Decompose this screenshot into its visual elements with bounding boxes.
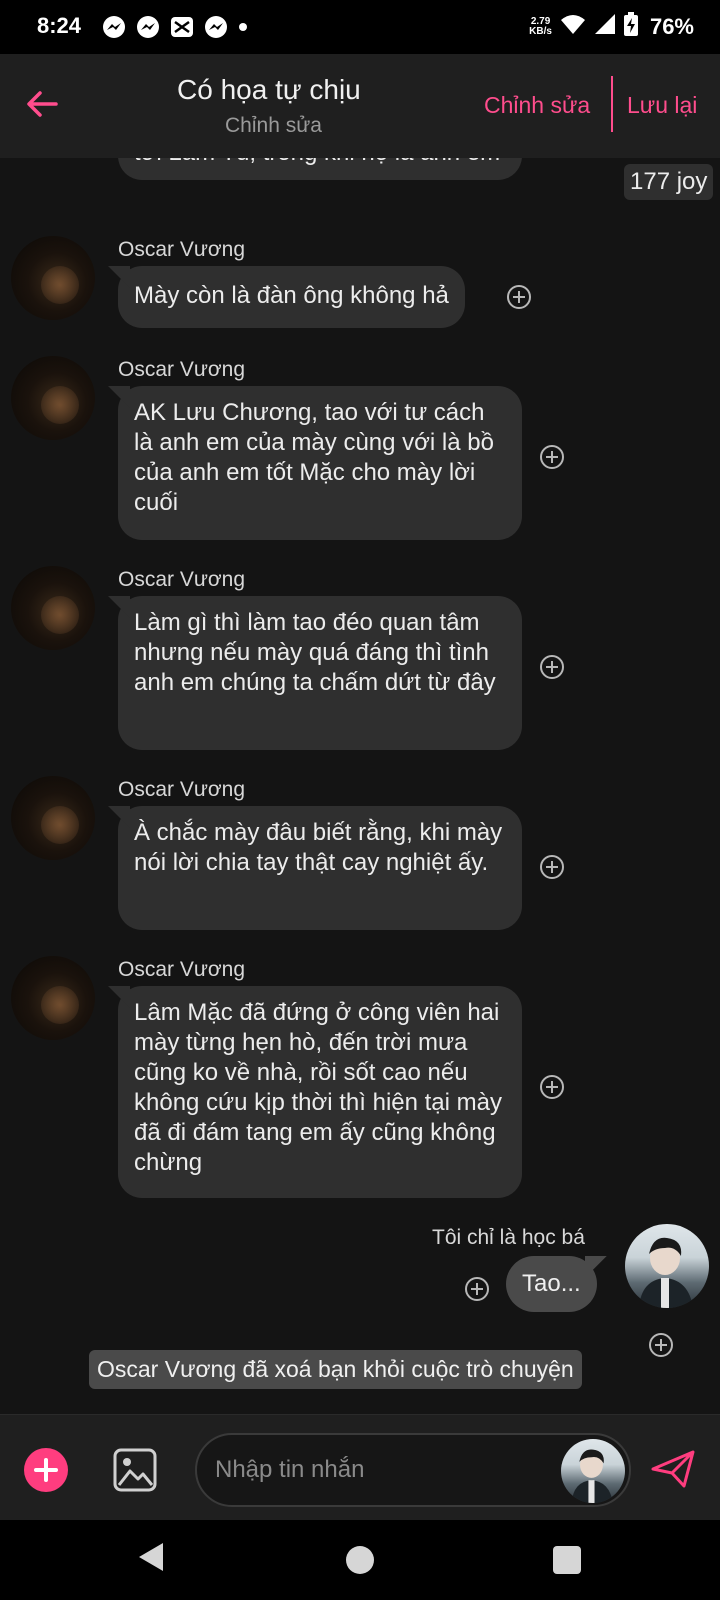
- image-icon: [113, 1448, 157, 1492]
- status-bar: 8:24 2.79 KB/s 76%: [0, 0, 720, 54]
- message-text: À chắc mày đâu biết rằng, khi mày nói lờ…: [134, 819, 503, 876]
- messenger-icon: [102, 15, 126, 39]
- plus-icon: [34, 1458, 58, 1482]
- add-reaction-button[interactable]: [539, 854, 565, 880]
- net-speed-unit: KB/s: [529, 25, 552, 37]
- avatar[interactable]: [11, 236, 95, 320]
- add-reaction-button[interactable]: [539, 1074, 565, 1100]
- add-attachment-button[interactable]: [24, 1448, 68, 1492]
- send-icon: [651, 1450, 695, 1488]
- message-bubble[interactable]: Lâm Mặc đã đứng ở công viên hai mày từng…: [118, 986, 522, 1198]
- message-text: Tao...: [522, 1270, 581, 1297]
- messenger-icon: [204, 15, 228, 39]
- edit-button[interactable]: Chỉnh sửa: [484, 92, 590, 119]
- sender-name: Oscar Vương: [118, 778, 246, 801]
- my-avatar[interactable]: [625, 1224, 709, 1308]
- add-reaction-button[interactable]: [464, 1276, 490, 1302]
- arrow-left-icon: [27, 91, 58, 117]
- app-header: Có họa tự chịu Chỉnh sửa Chỉnh sửa Lưu l…: [0, 54, 720, 158]
- message-text: Lâm Mặc đã đứng ở công viên hai mày từng…: [134, 999, 502, 1176]
- avatar[interactable]: [11, 956, 95, 1040]
- notification-icons: [102, 15, 248, 39]
- dot-icon: [238, 22, 248, 32]
- header-divider: [611, 76, 613, 132]
- add-reaction-button[interactable]: [648, 1332, 674, 1358]
- capcut-icon: [170, 15, 194, 39]
- sender-name: Oscar Vương: [118, 238, 246, 261]
- person-photo: [571, 1449, 613, 1503]
- persona-avatar[interactable]: [561, 1439, 625, 1503]
- sender-name: Oscar Vương: [118, 958, 246, 981]
- composer-bar: [0, 1414, 720, 1520]
- message-bubble[interactable]: Làm gì thì làm tao đéo quan tâm nhưng nế…: [118, 596, 522, 750]
- status-time: 8:24: [37, 13, 82, 38]
- message-bubble[interactable]: Mày còn là đàn ông không hả: [118, 266, 465, 328]
- message-text: tới Lâm Tú, trong khi họ là anh em: [134, 158, 506, 168]
- messenger-icon: [136, 15, 160, 39]
- net-speed-value: 2.79: [530, 15, 551, 27]
- save-button[interactable]: Lưu lại: [627, 92, 697, 119]
- joy-badge: 177 joy: [624, 164, 714, 200]
- plus-circle-icon: [540, 445, 564, 469]
- avatar[interactable]: [11, 776, 95, 860]
- plus-circle-icon: [540, 1075, 564, 1099]
- sender-name: Oscar Vương: [118, 568, 246, 591]
- message-text: Làm gì thì làm tao đéo quan tâm nhưng nế…: [134, 609, 496, 696]
- triangle-back-icon: [139, 1543, 163, 1571]
- add-reaction-button[interactable]: [539, 444, 565, 470]
- message-bubble[interactable]: AK Lưu Chương, tao với tư cách là anh em…: [118, 386, 522, 540]
- avatar[interactable]: [11, 356, 95, 440]
- page-subtitle: Chỉnh sửa: [225, 114, 322, 137]
- sender-name: Oscar Vương: [118, 358, 246, 381]
- plus-circle-icon: [507, 285, 531, 309]
- my-sender-name: Tôi chỉ là học bá: [432, 1226, 585, 1249]
- image-picker-button[interactable]: [112, 1447, 158, 1493]
- avatar[interactable]: [11, 566, 95, 650]
- message-bubble[interactable]: À chắc mày đâu biết rằng, khi mày nói lờ…: [118, 806, 522, 930]
- battery-percent: 76%: [649, 13, 694, 39]
- nav-back-button[interactable]: [137, 1541, 165, 1578]
- battery-charging-icon: [623, 12, 638, 41]
- chat-area[interactable]: tới Lâm Tú, trong khi họ là anh em 177 j…: [0, 158, 720, 1414]
- message-text: AK Lưu Chương, tao với tư cách là anh em…: [134, 399, 494, 516]
- plus-circle-icon: [540, 855, 564, 879]
- plus-circle-icon: [465, 1277, 489, 1301]
- my-message-bubble[interactable]: Tao...: [506, 1256, 597, 1312]
- add-reaction-button[interactable]: [539, 654, 565, 680]
- nav-recents-button[interactable]: [553, 1546, 581, 1574]
- nav-home-button[interactable]: [346, 1546, 374, 1574]
- send-button[interactable]: [650, 1449, 696, 1489]
- back-button[interactable]: [22, 84, 62, 124]
- system-notice: Oscar Vương đã xoá bạn khỏi cuộc trò chu…: [89, 1350, 582, 1389]
- wifi-icon: [560, 13, 586, 40]
- person-photo: [639, 1237, 693, 1308]
- net-speed: 2.79 KB/s: [529, 15, 552, 37]
- page-title: Có họa tự chịu: [177, 74, 361, 105]
- plus-circle-icon: [649, 1333, 673, 1357]
- signal-icon: [594, 13, 616, 40]
- message-bubble[interactable]: tới Lâm Tú, trong khi họ là anh em: [118, 158, 522, 180]
- status-right: 2.79 KB/s 76%: [529, 12, 694, 41]
- add-reaction-button[interactable]: [506, 284, 532, 310]
- plus-circle-icon: [540, 655, 564, 679]
- message-text: Mày còn là đàn ông không hả: [134, 282, 449, 309]
- system-nav-bar: [0, 1520, 720, 1600]
